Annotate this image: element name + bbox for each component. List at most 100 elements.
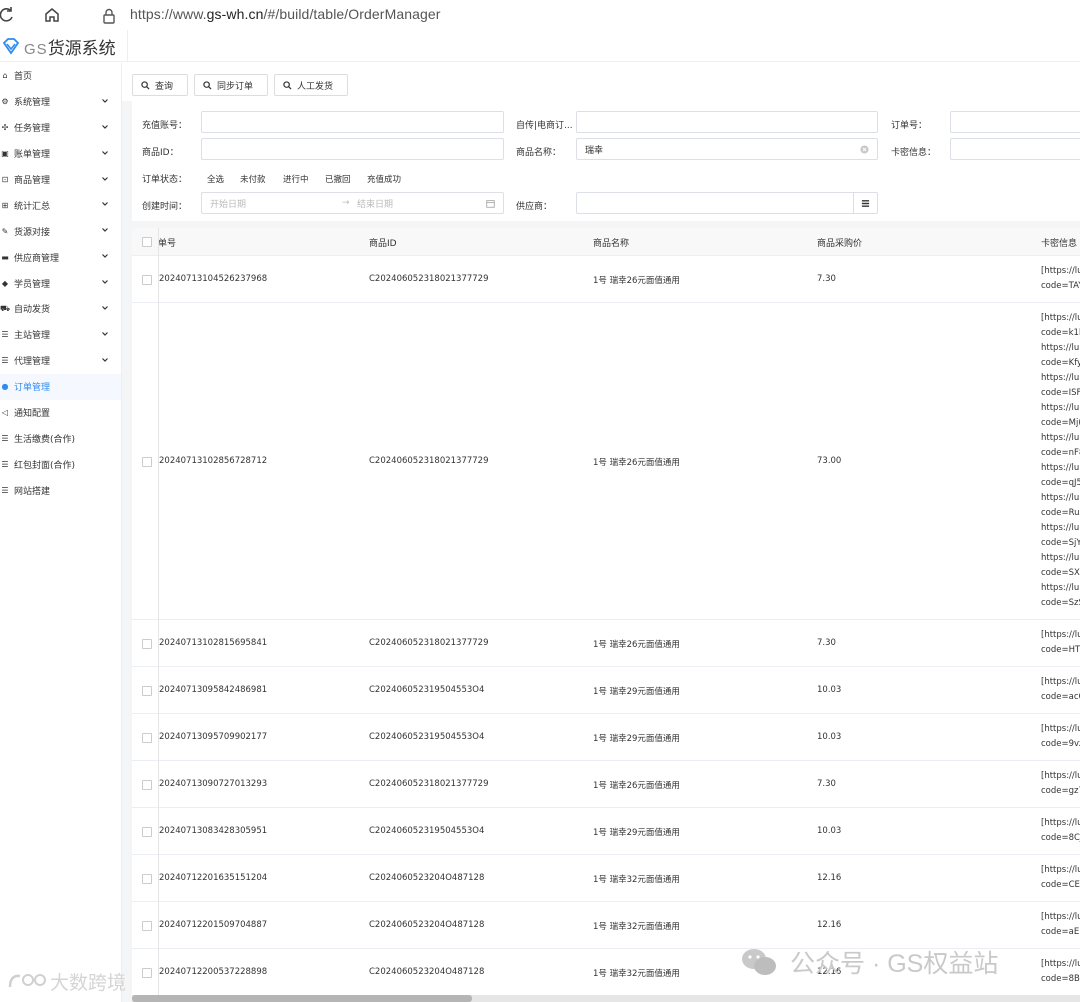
list-icon: ☰ <box>1 459 9 469</box>
row-checkbox[interactable] <box>142 732 152 743</box>
query-button[interactable]: 查询 <box>132 74 188 96</box>
chevron-down-icon[interactable] <box>102 150 108 156</box>
supplier-select[interactable] <box>576 192 878 214</box>
table-row[interactable]: 20240713095709902177 C202406052319504553O… <box>132 714 1080 761</box>
product-id-cell: C202406052319504553O4 <box>369 825 485 836</box>
ecom-order-input[interactable] <box>576 111 878 133</box>
manual-delivery-button[interactable]: 人工发货 <box>274 74 348 96</box>
list-icon: ☰ <box>1 485 9 495</box>
sidebar-item-2[interactable]: ✣ 任务管理 <box>0 115 121 141</box>
list-icon: ☰ <box>1 433 9 443</box>
chevron-down-icon[interactable] <box>102 124 108 130</box>
chevron-down-icon[interactable] <box>102 253 108 259</box>
card-info-input[interactable] <box>950 138 1080 160</box>
table-row[interactable]: 20240712201509704887 C2024060523204O48712… <box>132 902 1080 949</box>
card-info-cell: [https://lu code=gz7 <box>1041 769 1080 799</box>
header-card-info[interactable]: 卡密信息 <box>1041 236 1077 249</box>
logo[interactable]: GS货源系统 <box>0 30 128 62</box>
sidebar-item-8[interactable]: ◆ 学员管理 <box>0 270 121 296</box>
sidebar-item-11[interactable]: ☰ 代理管理 <box>0 348 121 374</box>
sidebar-item-label: 生活缴费(合作) <box>14 434 76 445</box>
status-option-success[interactable]: 充值成功 <box>367 173 401 185</box>
sidebar-item-1[interactable]: ⚙ 系统管理 <box>0 89 121 115</box>
chevron-down-icon[interactable] <box>102 279 108 285</box>
row-checkbox[interactable] <box>142 456 152 467</box>
sidebar-item-13[interactable]: ◁ 通知配置 <box>0 400 121 426</box>
chevron-down-icon[interactable] <box>102 176 108 182</box>
sidebar-item-15[interactable]: ☰ 红包封面(合作) <box>0 451 121 477</box>
card-line: [https://lu <box>1041 912 1080 922</box>
chevron-down-icon[interactable] <box>102 305 108 311</box>
table-row[interactable]: 20240713095842486981 C202406052319504553O… <box>132 667 1080 714</box>
header-product-name[interactable]: 商品名称 <box>593 236 629 249</box>
chevron-down-icon[interactable] <box>102 201 108 207</box>
list-icon <box>861 199 870 207</box>
browser-bar: https://www.gs-wh.cn/#/build/table/Order… <box>0 0 1080 30</box>
table-row[interactable]: 20240713102815695841 C2024060523180213777… <box>132 620 1080 667</box>
order-no-label: 订单号： <box>891 121 928 131</box>
sidebar-item-10[interactable]: ☰ 主站管理 <box>0 322 121 348</box>
sidebar-item-4[interactable]: ⊡ 商品管理 <box>0 167 121 193</box>
chevron-down-icon[interactable] <box>102 331 108 337</box>
sidebar-item-14[interactable]: ☰ 生活缴费(合作) <box>0 425 121 451</box>
header-order-no[interactable]: 单号 <box>158 236 176 249</box>
home-icon: ⌂ <box>2 71 8 81</box>
order-no-input[interactable] <box>950 111 1080 133</box>
task-icon: ✣ <box>1 123 9 133</box>
sidebar-item-6[interactable]: ✎ 货源对接 <box>0 218 121 244</box>
sidebar-item-12[interactable]: ● 订单管理 <box>0 373 121 400</box>
status-option-unpaid[interactable]: 未付款 <box>240 173 266 185</box>
row-checkbox[interactable] <box>142 638 152 649</box>
sidebar-item-16[interactable]: ☰ 网站搭建 <box>0 477 121 503</box>
chevron-down-icon[interactable] <box>102 227 108 233</box>
product-id-input[interactable] <box>201 138 504 160</box>
table-row[interactable]: 20240712201635151204 C2024060523204O48712… <box>132 855 1080 902</box>
supplier-list-button[interactable] <box>853 193 877 213</box>
header-product-id[interactable]: 商品ID <box>369 236 397 249</box>
row-checkbox[interactable] <box>142 685 152 696</box>
sidebar-item-0[interactable]: ⌂ 首页 <box>0 63 121 89</box>
sidebar-item-9[interactable]: ⛟ 自动发货 <box>0 296 121 322</box>
row-checkbox[interactable] <box>142 779 152 790</box>
scrollbar-thumb[interactable] <box>132 995 472 1002</box>
sidebar-item-5[interactable]: ⊞ 统计汇总 <box>0 192 121 218</box>
row-checkbox[interactable] <box>142 826 152 837</box>
horizontal-scrollbar[interactable] <box>132 995 1080 1002</box>
lock-icon[interactable] <box>100 7 118 25</box>
status-option-all[interactable]: 全选 <box>207 173 224 185</box>
select-all-checkbox[interactable] <box>142 237 152 247</box>
date-range-picker[interactable]: 开始日期 → 结束日期 <box>201 192 504 214</box>
chevron-down-icon[interactable] <box>102 357 108 363</box>
clear-icon[interactable] <box>860 145 869 154</box>
row-checkbox[interactable] <box>142 274 152 285</box>
chevron-down-icon[interactable] <box>102 98 108 104</box>
home-browser-icon[interactable] <box>43 6 61 24</box>
table-row[interactable]: 20240713083428305951 C202406052319504553O… <box>132 808 1080 855</box>
card-line: code=nF8 <box>1041 448 1080 458</box>
diamond-logo-icon <box>2 38 20 55</box>
price-cell: 7.30 <box>817 778 836 789</box>
product-name-input[interactable]: 瑞幸 <box>576 138 878 160</box>
sidebar-item-7[interactable]: ▬ 供应商管理 <box>0 244 121 270</box>
status-option-in-progress[interactable]: 进行中 <box>283 173 309 185</box>
recharge-account-input[interactable] <box>201 111 504 133</box>
product-id-cell: C202406052318021377729 <box>369 273 489 284</box>
order-no-cell: 20240713095842486981 <box>159 684 268 695</box>
header-price[interactable]: 商品采购价 <box>817 236 862 249</box>
row-checkbox[interactable] <box>142 920 152 931</box>
sidebar-item-3[interactable]: ▣ 账单管理 <box>0 141 121 167</box>
sync-orders-button[interactable]: 同步订单 <box>194 74 268 96</box>
main-content: 查询 同步订单 人工发货 充值账号： 自传|电商订... 订单号： 商品ID： … <box>122 63 1080 1002</box>
table-row[interactable]: 20240713090727013293 C2024060523180213777… <box>132 761 1080 808</box>
card-info-cell: [https://lu code=TAY <box>1041 264 1080 294</box>
table-row[interactable]: 20240713104526237968 C2024060523180213777… <box>132 256 1080 303</box>
row-checkbox[interactable] <box>142 873 152 884</box>
address-bar[interactable]: https://www.gs-wh.cn/#/build/table/Order… <box>130 6 441 22</box>
refresh-icon[interactable] <box>0 6 16 24</box>
price-cell: 12.16 <box>817 872 842 883</box>
card-line: code=ac6 <box>1041 692 1080 702</box>
status-option-withdrawn[interactable]: 已撤回 <box>325 173 351 185</box>
row-checkbox[interactable] <box>142 967 152 978</box>
search-icon <box>141 80 150 90</box>
table-row[interactable]: 20240713102856728712 C2024060523180213777… <box>132 303 1080 620</box>
